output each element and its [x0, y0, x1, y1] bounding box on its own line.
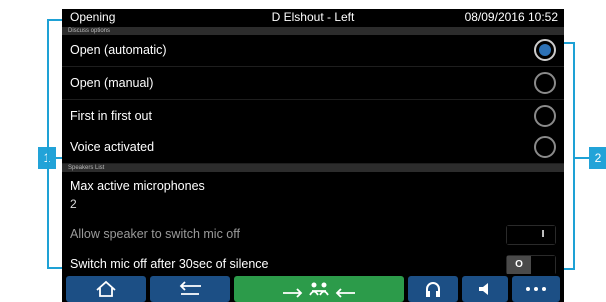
- radio-icon[interactable]: [534, 136, 556, 158]
- setting-value: 2: [70, 197, 77, 211]
- back-icon: [179, 281, 201, 295]
- radio-icon[interactable]: [534, 72, 556, 94]
- setting-label: Switch mic off after 30sec of silence: [70, 257, 269, 271]
- setting-label: Allow speaker to switch mic off: [70, 227, 240, 241]
- toggle-off-label: O: [507, 256, 531, 274]
- option-label: Open (automatic): [70, 43, 167, 57]
- back-button[interactable]: [150, 276, 230, 302]
- option-open-automatic[interactable]: Open (automatic): [62, 35, 564, 67]
- option-open-manual[interactable]: Open (manual): [62, 68, 564, 100]
- bottom-nav: [62, 274, 564, 302]
- speaker-priority-button[interactable]: [234, 276, 404, 302]
- setting-label: Max active microphones: [70, 179, 205, 193]
- toggle-off-side: [507, 226, 531, 244]
- device-screen: Opening D Elshout - Left 08/09/2016 10:5…: [62, 9, 564, 302]
- toggle-on-label: I: [531, 226, 555, 244]
- home-button[interactable]: [66, 276, 146, 302]
- option-label: Open (manual): [70, 76, 154, 90]
- toggle-on-side: [531, 256, 555, 274]
- headphones-icon: [426, 282, 440, 297]
- radio-selected-icon[interactable]: [534, 39, 556, 61]
- option-first-in-first-out[interactable]: First in first out: [62, 101, 564, 133]
- more-button[interactable]: [512, 276, 560, 302]
- section-header-speakers: Speakers List: [62, 164, 564, 172]
- headphones-button[interactable]: [408, 276, 458, 302]
- status-bar: Opening D Elshout - Left 08/09/2016 10:5…: [62, 9, 564, 26]
- home-icon: [96, 280, 116, 297]
- allow-speaker-switch-off: Allow speaker to switch mic off I: [62, 219, 564, 251]
- max-active-microphones[interactable]: Max active microphones 2: [62, 173, 564, 221]
- date-time: 08/09/2016 10:52: [464, 10, 558, 24]
- volume-button[interactable]: [462, 276, 508, 302]
- option-label: First in first out: [70, 109, 152, 123]
- speaker-priority-icon: [283, 282, 355, 298]
- option-voice-activated[interactable]: Voice activated: [62, 132, 564, 164]
- speaker-icon: [479, 283, 488, 295]
- callout-1-bracket: [47, 19, 63, 269]
- more-icon: [526, 287, 546, 291]
- callout-2-connector: [573, 157, 589, 159]
- section-header-discuss: Discuss options: [62, 27, 564, 35]
- allow-switch-toggle[interactable]: I: [506, 225, 556, 245]
- callout-2: 2: [589, 147, 606, 169]
- radio-icon[interactable]: [534, 105, 556, 127]
- silence-switch-toggle[interactable]: O: [506, 255, 556, 275]
- option-label: Voice activated: [70, 140, 155, 154]
